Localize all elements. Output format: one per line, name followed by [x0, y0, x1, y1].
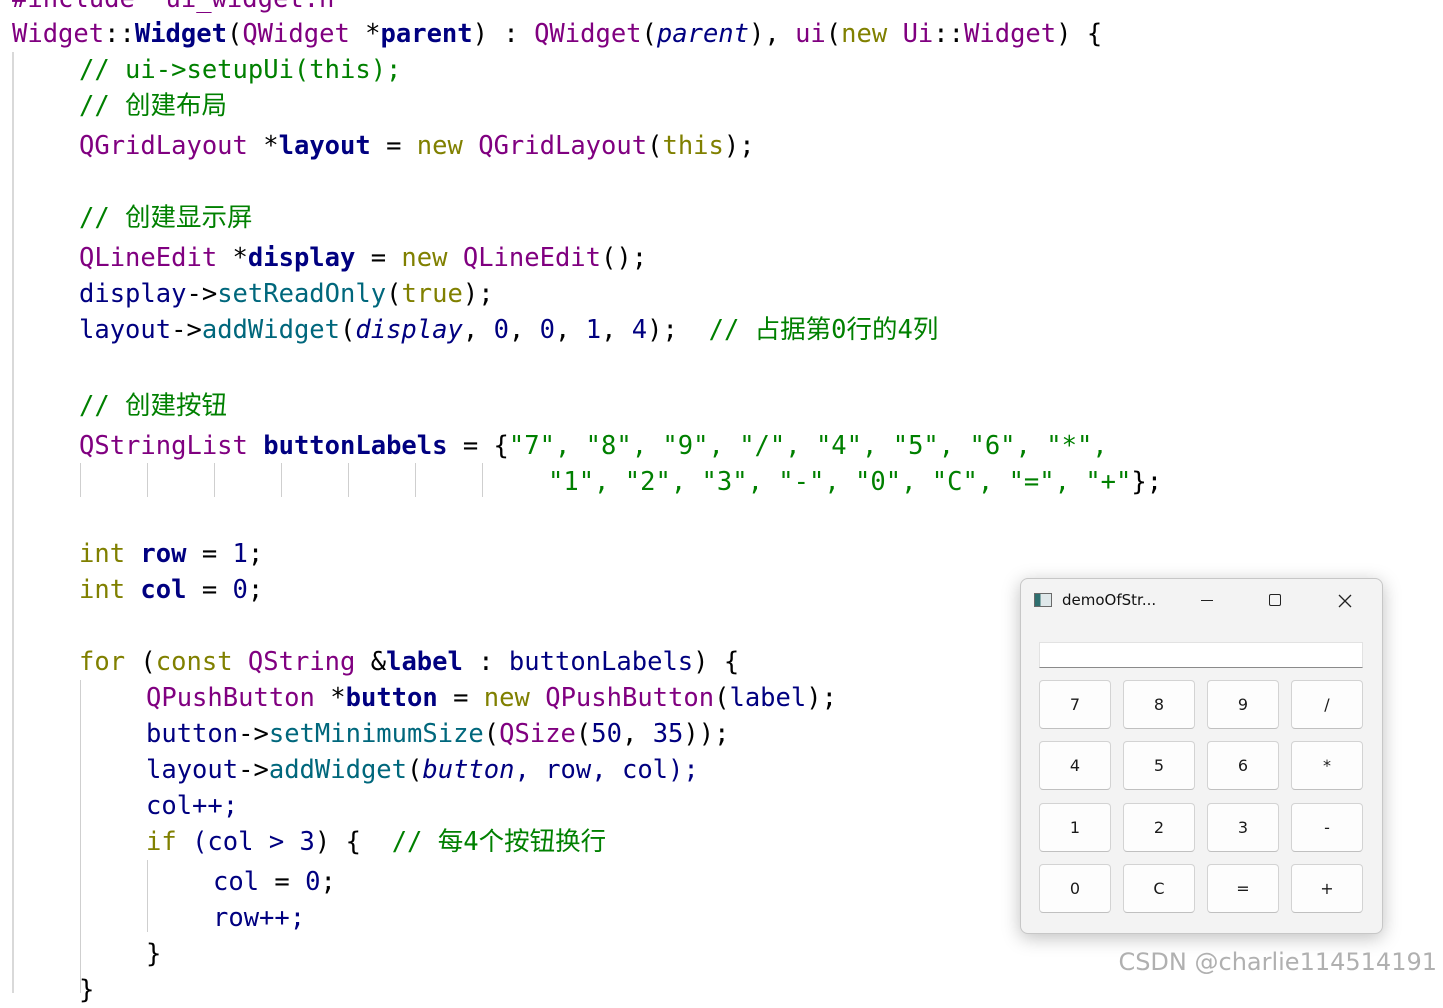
calc-button-8[interactable]: 8: [1123, 680, 1195, 729]
calc-button-0[interactable]: 0: [1039, 864, 1111, 913]
calculator-display[interactable]: [1039, 642, 1363, 668]
code-line-row-increment: row++;: [213, 903, 306, 933]
calc-button-minus[interactable]: -: [1291, 803, 1363, 852]
code-line-col-increment: col++;: [146, 791, 239, 821]
calc-button-1[interactable]: 1: [1039, 803, 1111, 852]
code-line-int-row: int row = 1;: [79, 539, 264, 569]
calc-button-4[interactable]: 4: [1039, 741, 1111, 790]
code-line-new-button: QPushButton *button = new QPushButton(la…: [146, 683, 837, 713]
calc-button-equals[interactable]: =: [1207, 864, 1279, 913]
calc-button-6[interactable]: 6: [1207, 741, 1279, 790]
code-line-comment-layout: // 创建布局: [79, 91, 228, 121]
code-line-int-col: int col = 0;: [79, 575, 264, 605]
indent-guide: [80, 463, 81, 497]
code-line-col-reset: col = 0;: [213, 867, 336, 897]
maximize-button[interactable]: [1252, 587, 1298, 615]
indent-guide: [348, 463, 349, 497]
code-line-layout-decl: QGridLayout *layout = new QGridLayout(th…: [79, 131, 755, 161]
calc-button-multiply[interactable]: *: [1291, 741, 1363, 790]
code-line-comment-setup: // ui->setupUi(this);: [79, 55, 402, 85]
calculator-window: demoOfStr... 7 8 9 / 4 5 6 * 1 2 3 - 0 C…: [1020, 578, 1383, 934]
code-line-add-button: layout->addWidget(button, row, col);: [146, 755, 699, 785]
code-line-close-if: }: [146, 939, 162, 969]
calc-button-clear[interactable]: C: [1123, 864, 1195, 913]
calc-button-2[interactable]: 2: [1123, 803, 1195, 852]
code-line-labels-2: "1", "2", "3", "-", "0", "C", "=", "+"};: [548, 467, 1163, 497]
calc-button-9[interactable]: 9: [1207, 680, 1279, 729]
calc-button-divide[interactable]: /: [1291, 680, 1363, 729]
code-line-if: if (col > 3) { // 每4个按钮换行: [146, 827, 607, 857]
indent-guide: [281, 463, 282, 497]
indent-guide: [482, 463, 483, 497]
code-line-constructor: Widget::Widget(QWidget *parent) : QWidge…: [12, 19, 1103, 49]
indent-guide: [415, 463, 416, 497]
watermark: CSDN @charlie114514191: [1118, 948, 1437, 976]
close-button[interactable]: [1321, 587, 1367, 615]
code-line-add-display: layout->addWidget(display, 0, 0, 1, 4); …: [79, 315, 939, 345]
window-title: demoOfStr...: [1062, 591, 1157, 609]
window-titlebar[interactable]: demoOfStr...: [1021, 579, 1382, 623]
code-line-display-decl: QLineEdit *display = new QLineEdit();: [79, 243, 648, 273]
close-icon: [1338, 594, 1352, 608]
app-window-icon: [1034, 593, 1052, 607]
code-line-comment-buttons: // 创建按钮: [79, 391, 228, 421]
code-line-for: for (const QString &label : buttonLabels…: [79, 647, 740, 677]
code-line-comment-display: // 创建显示屏: [79, 203, 253, 233]
indent-guide: [214, 463, 215, 497]
calc-button-5[interactable]: 5: [1123, 741, 1195, 790]
code-line-close-for: }: [79, 975, 95, 1005]
code-line-labels-1: QStringList buttonLabels = {"7", "8", "9…: [79, 431, 1108, 461]
calc-button-7[interactable]: 7: [1039, 680, 1111, 729]
indent-guide: [147, 463, 148, 497]
calc-button-3[interactable]: 3: [1207, 803, 1279, 852]
minimize-button[interactable]: [1184, 587, 1230, 615]
code-line-include: #include "ui_widget.h": [12, 0, 350, 17]
calc-button-plus[interactable]: +: [1291, 864, 1363, 913]
code-line-setreadonly: display->setReadOnly(true);: [79, 279, 494, 309]
code-line-setminimumsize: button->setMinimumSize(QSize(50, 35));: [146, 719, 730, 749]
